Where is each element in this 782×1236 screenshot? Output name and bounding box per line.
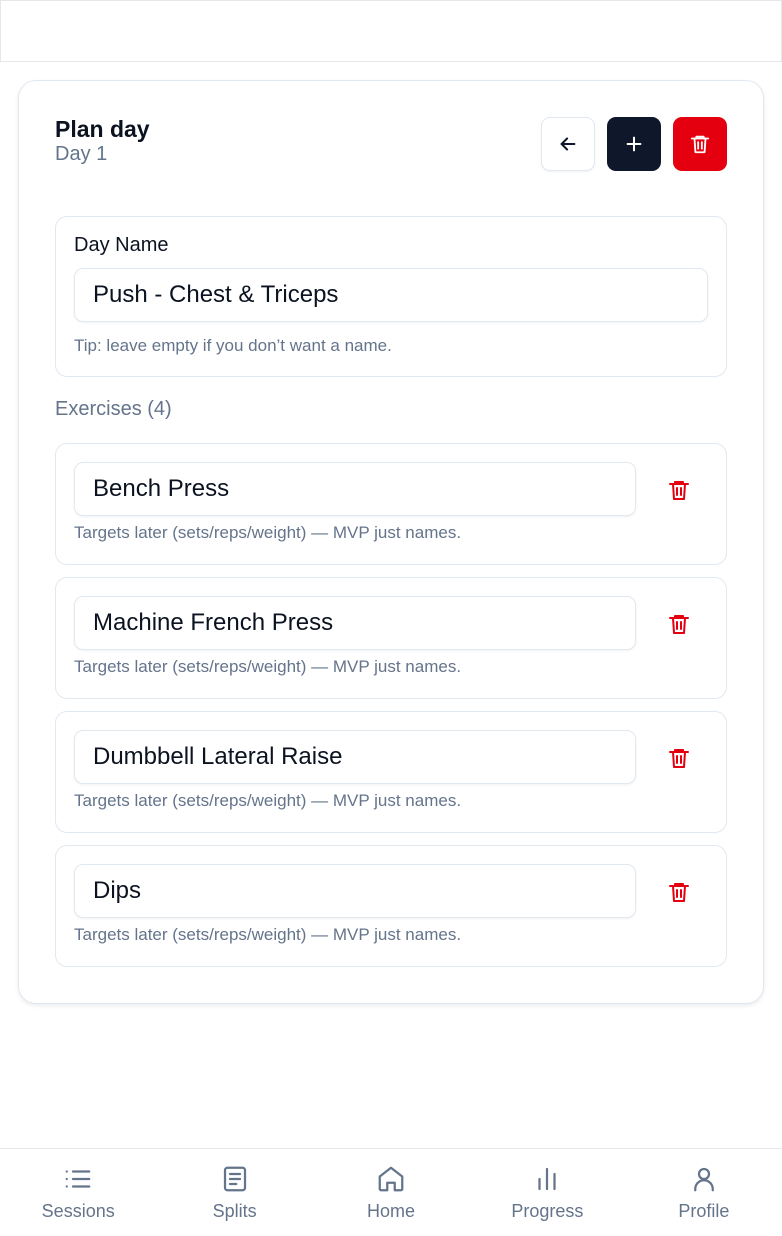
nav-item-profile[interactable]: Profile bbox=[626, 1149, 782, 1236]
list-icon bbox=[65, 1170, 91, 1188]
exercise-hint: Targets later (sets/reps/weight) — MVP j… bbox=[74, 657, 462, 676]
bottom-nav: Sessions Splits Home Progress Profile bbox=[0, 1148, 782, 1236]
exercise-card: Targets later (sets/reps/weight) — MVP j… bbox=[55, 845, 727, 967]
exercise-card: Targets later (sets/reps/weight) — MVP j… bbox=[55, 711, 727, 833]
exercise-name-input[interactable] bbox=[74, 730, 636, 784]
delete-exercise-button[interactable] bbox=[659, 738, 699, 778]
plan-day-card: Plan day Day 1 Day Name Tip: leave empty… bbox=[18, 80, 764, 1004]
nav-item-splits[interactable]: Splits bbox=[156, 1149, 312, 1236]
delete-exercise-button[interactable] bbox=[659, 470, 699, 510]
day-name-label: Day Name bbox=[74, 234, 169, 256]
day-name-section: Day Name Tip: leave empty if you don’t w… bbox=[55, 216, 727, 377]
nav-label: Progress bbox=[511, 1201, 584, 1221]
trash-icon bbox=[669, 749, 689, 768]
exercise-name-input[interactable] bbox=[74, 864, 636, 918]
exercise-card: Targets later (sets/reps/weight) — MVP j… bbox=[55, 577, 727, 699]
delete-exercise-button[interactable] bbox=[659, 872, 699, 912]
exercise-name-input[interactable] bbox=[74, 596, 636, 650]
day-name-tip: Tip: leave empty if you don’t want a nam… bbox=[74, 336, 392, 355]
notes-icon bbox=[223, 1166, 246, 1192]
nav-label: Sessions bbox=[41, 1201, 115, 1221]
exercise-hint: Targets later (sets/reps/weight) — MVP j… bbox=[74, 791, 462, 810]
page-subtitle: Day 1 bbox=[55, 143, 108, 165]
nav-label: Home bbox=[367, 1201, 416, 1221]
trash-icon bbox=[669, 615, 689, 634]
exercises-heading: Exercises (4) bbox=[55, 398, 172, 420]
nav-item-progress[interactable]: Progress bbox=[469, 1149, 625, 1236]
bar-chart-icon bbox=[538, 1167, 557, 1191]
user-icon bbox=[693, 1167, 714, 1192]
trash-icon bbox=[669, 883, 689, 902]
exercise-name-input[interactable] bbox=[74, 462, 636, 516]
trash-icon bbox=[690, 135, 710, 154]
nav-item-home[interactable]: Home bbox=[313, 1149, 469, 1236]
nav-item-sessions[interactable]: Sessions bbox=[0, 1149, 156, 1236]
arrow-left-icon bbox=[560, 137, 576, 151]
day-name-input[interactable] bbox=[74, 268, 708, 322]
nav-label: Profile bbox=[678, 1201, 730, 1221]
delete-exercise-button[interactable] bbox=[659, 604, 699, 644]
home-icon bbox=[378, 1166, 404, 1192]
exercise-hint: Targets later (sets/reps/weight) — MVP j… bbox=[74, 925, 462, 944]
page-title: Plan day bbox=[55, 116, 150, 142]
exercise-card: Targets later (sets/reps/weight) — MVP j… bbox=[55, 443, 727, 565]
top-bar bbox=[0, 0, 782, 62]
back-button[interactable] bbox=[541, 117, 595, 171]
exercise-hint: Targets later (sets/reps/weight) — MVP j… bbox=[74, 523, 462, 542]
delete-day-button[interactable] bbox=[673, 117, 727, 171]
plus-icon bbox=[626, 136, 642, 152]
nav-label: Splits bbox=[212, 1201, 257, 1221]
add-exercise-button[interactable] bbox=[607, 117, 661, 171]
trash-icon bbox=[669, 481, 689, 500]
